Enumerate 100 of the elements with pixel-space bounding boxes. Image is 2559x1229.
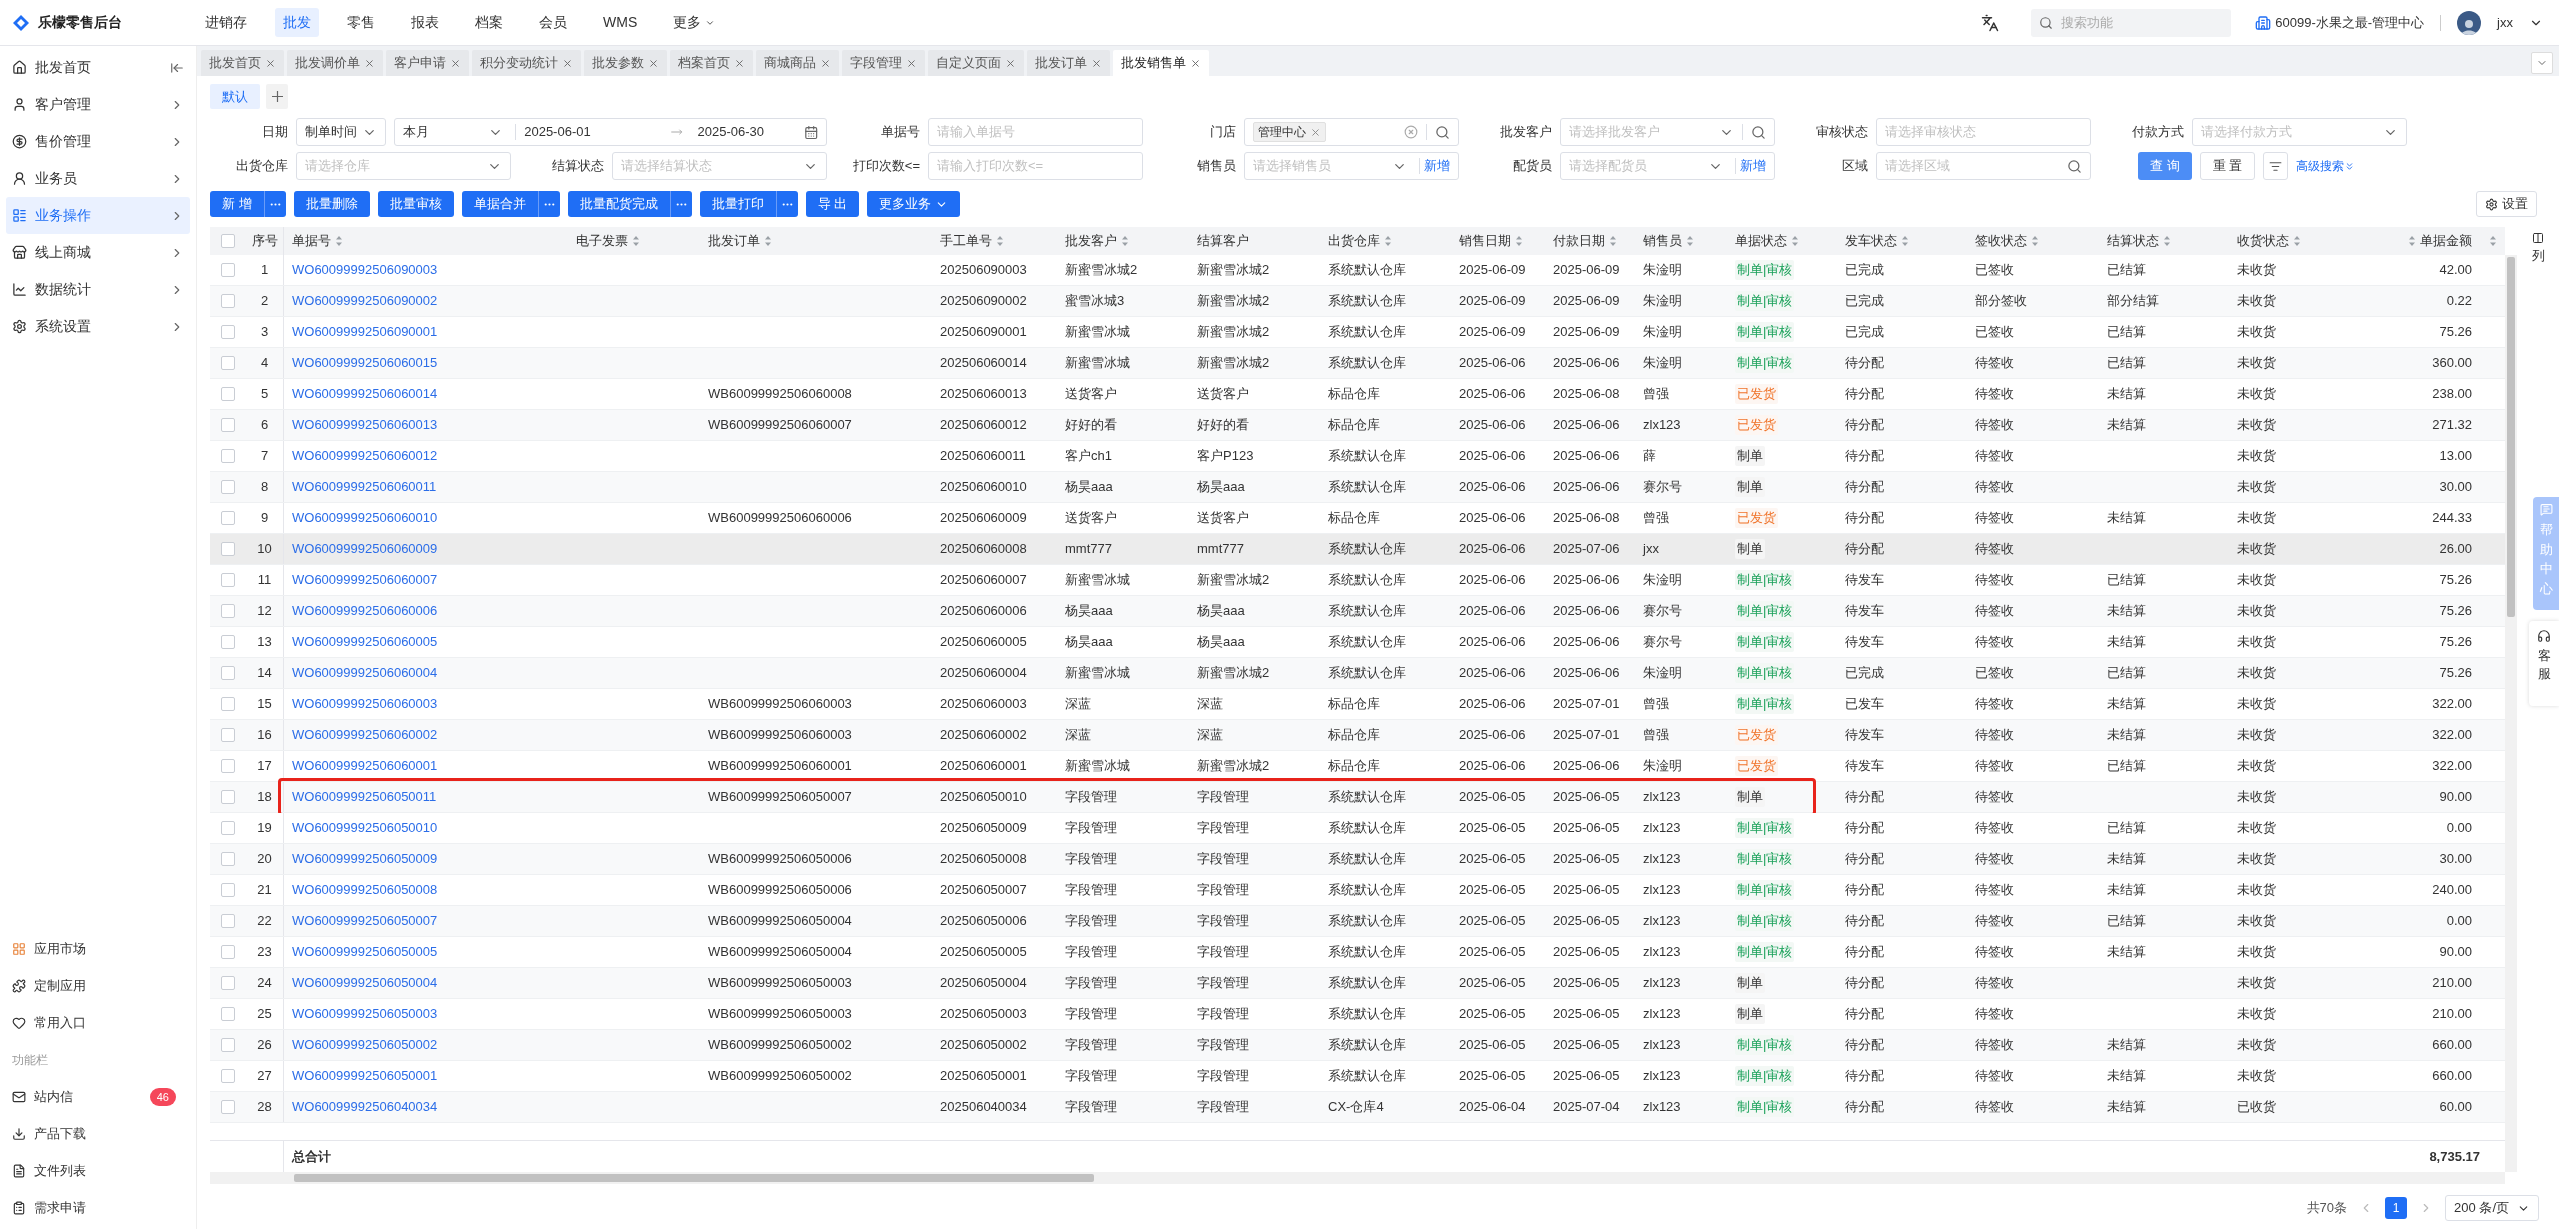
page-tab[interactable]: 批发订单 <box>1027 50 1110 76</box>
column-header[interactable]: 单据金额 <box>2420 231 2472 251</box>
checkbox[interactable] <box>221 604 235 618</box>
document-link[interactable]: WO60099992506050004 <box>292 973 438 993</box>
input-field[interactable]: 请输入打印次数<= <box>928 152 1143 180</box>
document-link[interactable]: WO60099992506060007 <box>292 570 438 590</box>
column-header[interactable]: 批发订单 <box>708 231 760 251</box>
document-link[interactable]: WO60099992506090003 <box>292 260 438 280</box>
checkbox[interactable] <box>221 542 235 556</box>
document-link[interactable]: WO60099992506060013 <box>292 415 438 435</box>
add-preset-button[interactable] <box>266 84 288 109</box>
checkbox[interactable] <box>221 790 235 804</box>
column-header[interactable]: 手工单号 <box>940 231 992 251</box>
page-tab[interactable]: 批发调价单 <box>287 50 383 76</box>
search-field[interactable]: 请选择区域 <box>1885 156 2063 176</box>
nav-item[interactable]: 零售 <box>339 8 383 37</box>
document-link[interactable]: WO60099992506060014 <box>292 384 438 404</box>
table-row[interactable]: 11 WO60099992506060007 202506060007 新蜜雪冰城 新蜜雪冰城2 系统默认仓库 2025-06-06 2025-06-06 朱淦明 制单|审核 待发车 待签收 已结算 未收货 75.26 <box>210 565 2505 596</box>
more-button[interactable] <box>669 191 692 217</box>
horizontal-scrollbar[interactable] <box>210 1172 2505 1184</box>
column-header[interactable]: 付款日期 <box>1553 231 1605 251</box>
preset-tab[interactable]: 默认 <box>210 84 260 109</box>
document-link[interactable]: WO60099992506060004 <box>292 663 438 683</box>
sidebar-item[interactable]: 产品下载 <box>0 1115 196 1152</box>
table-row[interactable]: 4 WO60099992506060015 202506060014 新蜜雪冰城 新蜜雪冰城2 系统默认仓库 2025-06-06 2025-06-06 朱淦明 制单|审核 待分配 待签收 已结算 未收货 360.00 <box>210 348 2505 379</box>
document-link[interactable]: WO60099992506050003 <box>292 1004 438 1024</box>
search-field[interactable]: 搜索功能 <box>2061 12 2224 33</box>
table-row[interactable]: 26 WO60099992506050002 WB60099992506050002 202506050002 字段管理 字段管理 系统默认仓库 2025-06-05 2025-06-05 zlx123 制单|审核 待分配 待签收 未结算 未收货 660.00 <box>210 1030 2505 1061</box>
input-field[interactable]: 请输入单据号 <box>928 118 1143 146</box>
table-row[interactable]: 21 WO60099992506050008 WB60099992506050006 202506050007 字段管理 字段管理 系统默认仓库 2025-06-05 2025-06-05 zlx123 制单|审核 待分配 待签收 未结算 未收货 240.00 <box>210 875 2505 906</box>
checkbox[interactable] <box>221 511 235 525</box>
table-row[interactable]: 13 WO60099992506060005 202506060005 杨昊aaa 杨昊aaa 系统默认仓库 2025-06-06 2025-06-06 赛尔号 制单|审核 待发车 待签收 未结算 未收货 75.26 <box>210 627 2505 658</box>
document-link[interactable]: WO60099992506060002 <box>292 725 438 745</box>
action-button[interactable]: 新 增 <box>210 191 264 217</box>
page-size-select[interactable]: 200 条/页 <box>2445 1195 2539 1221</box>
document-link[interactable]: WO60099992506090002 <box>292 291 438 311</box>
customer-service-button[interactable]: 客服 <box>2529 621 2559 706</box>
sidebar-item[interactable]: 数据统计 <box>6 271 190 308</box>
checkbox[interactable] <box>221 1069 235 1083</box>
table-row[interactable]: 23 WO60099992506050005 WB60099992506050004 202506050005 字段管理 字段管理 系统默认仓库 2025-06-05 2025-06-05 zlx123 制单|审核 待分配 待签收 未结算 未收货 90.00 <box>210 937 2505 968</box>
select-field[interactable]: 请选择结算状态 <box>621 156 799 176</box>
table-row[interactable]: 17 WO60099992506060001 WB60099992506060001 202506060001 新蜜雪冰城 新蜜雪冰城2 标品仓库 2025-06-06 2025-06-06 朱淦明 已发货 待发车 待签收 已结算 未收货 322.00 <box>210 751 2505 782</box>
table-row[interactable]: 16 WO60099992506060002 WB60099992506060003 202506060002 深蓝 深蓝 标品仓库 2025-06-06 2025-07-01 曾强 已发货 待发车 待签收 未结算 未收货 322.00 <box>210 720 2505 751</box>
column-header[interactable]: 批发客户 <box>1065 231 1117 251</box>
checkbox[interactable] <box>221 480 235 494</box>
checkbox[interactable] <box>221 728 235 742</box>
select-field[interactable]: 请选择仓库 <box>305 156 483 176</box>
document-link[interactable]: WO60099992506060009 <box>292 539 438 559</box>
action-button[interactable]: 导 出 <box>805 191 860 217</box>
select-field[interactable]: 管理中心 <box>1244 118 1459 146</box>
search-field[interactable]: 搜索功能 <box>2031 8 2232 37</box>
checkbox[interactable] <box>221 356 235 370</box>
checkbox[interactable] <box>221 976 235 990</box>
column-header[interactable]: 发车状态 <box>1845 231 1897 251</box>
input-field[interactable]: 请输入打印次数<= <box>937 156 1134 176</box>
table-row[interactable]: 1 WO60099992506090003 202506090003 新蜜雪冰城2 新蜜雪冰城2 系统默认仓库 2025-06-09 2025-06-09 朱淦明 制单|审核 已完成 已签收 已结算 未收货 42.00 <box>210 255 2505 286</box>
table-row[interactable]: 28 WO60099992506040034 202506040034 字段管理 字段管理 CX-仓库4 2025-06-04 2025-07-04 zlx123 制单|审核 待分配 待签收 未结算 已收货 60.00 <box>210 1092 2505 1123</box>
column-header[interactable]: 签收状态 <box>1975 231 2027 251</box>
input-field[interactable]: 请选择审核状态 <box>1876 118 2091 146</box>
checkbox[interactable] <box>221 821 235 835</box>
table-row[interactable]: 6 WO60099992506060013 WB60099992506060007 202506060012 好好的看 好好的看 标品仓库 2025-06-06 2025-06-06 zlx123 已发货 待分配 待签收 未结算 未收货 271.32 <box>210 410 2505 441</box>
document-link[interactable]: WO60099992506050002 <box>292 1035 438 1055</box>
table-row[interactable]: 24 WO60099992506050004 WB60099992506050003 202506050004 字段管理 字段管理 系统默认仓库 2025-06-05 2025-06-05 zlx123 制单 待分配 待签收 未收货 210.00 <box>210 968 2505 999</box>
nav-item[interactable]: 报表 <box>403 8 447 37</box>
sidebar-item[interactable]: 客户管理 <box>6 86 190 123</box>
page-tab[interactable]: 批发参数 <box>584 50 667 76</box>
table-row[interactable]: 22 WO60099992506050007 WB60099992506050004 202506050006 字段管理 字段管理 系统默认仓库 2025-06-05 2025-06-05 zlx123 制单|审核 待分配 待签收 已结算 未收货 0.00 <box>210 906 2505 937</box>
advanced-search-link[interactable]: 高级搜索 <box>2296 157 2356 175</box>
page-tab[interactable]: 批发首页 <box>201 50 284 76</box>
filter-settings-button[interactable] <box>2263 152 2289 180</box>
document-link[interactable]: WO60099992506050007 <box>292 911 438 931</box>
nav-item[interactable]: 档案 <box>467 8 511 37</box>
table-row[interactable]: 10 WO60099992506060009 202506060008 mmt777 mmt777 系统默认仓库 2025-06-06 2025-07-06 jxx 制单 待分配 待签收 未收货 26.00 <box>210 534 2505 565</box>
checkbox[interactable] <box>221 759 235 773</box>
column-header[interactable]: 收货状态 <box>2237 231 2289 251</box>
document-link[interactable]: WO60099992506060011 <box>292 477 437 497</box>
sidebar-item[interactable]: 应用市场 <box>0 930 196 967</box>
checkbox[interactable] <box>221 852 235 866</box>
document-link[interactable]: WO60099992506060001 <box>292 756 438 776</box>
more-button[interactable] <box>537 191 560 217</box>
select-field[interactable]: 请选择销售员 <box>1253 156 1388 176</box>
document-link[interactable]: WO60099992506050005 <box>292 942 438 962</box>
column-header[interactable]: 电子发票 <box>576 231 628 251</box>
table-row[interactable]: 19 WO60099992506050010 202506050009 字段管理 字段管理 系统默认仓库 2025-06-05 2025-06-05 zlx123 制单|审核 待分配 待签收 已结算 未收货 0.00 <box>210 813 2505 844</box>
table-row[interactable]: 20 WO60099992506050009 WB60099992506050006 202506050008 字段管理 字段管理 系统默认仓库 2025-06-05 2025-06-05 zlx123 制单|审核 待分配 待签收 未结算 未收货 30.00 <box>210 844 2505 875</box>
document-link[interactable]: WO60099992506050008 <box>292 880 438 900</box>
checkbox[interactable] <box>221 635 235 649</box>
table-row[interactable]: 5 WO60099992506060014 WB60099992506060008 202506060013 送货客户 送货客户 标品仓库 2025-06-06 2025-06-08 曾强 已发货 待分配 待签收 未结算 未收货 238.00 <box>210 379 2505 410</box>
table-row[interactable]: 27 WO60099992506050001 WB60099992506050002 202506050001 字段管理 字段管理 系统默认仓库 2025-06-05 2025-06-05 zlx123 制单|审核 待分配 待签收 未结算 未收货 660.00 <box>210 1061 2505 1092</box>
page-tab[interactable]: 商城商品 <box>756 50 839 76</box>
input-field[interactable]: 请选择审核状态 <box>1885 122 2082 142</box>
column-header[interactable]: 单据号 <box>292 231 331 251</box>
action-button[interactable]: 更多业务 <box>867 191 961 217</box>
sidebar-item[interactable]: 定制应用 <box>0 967 196 1004</box>
checkbox[interactable] <box>221 234 235 248</box>
sidebar-item[interactable]: 售价管理 <box>6 123 190 160</box>
document-link[interactable]: WO60099992506060010 <box>292 508 438 528</box>
checkbox[interactable] <box>221 914 235 928</box>
select-field[interactable]: 请选择配货员 新增 <box>1560 152 1775 180</box>
document-link[interactable]: WO60099992506050001 <box>292 1066 438 1086</box>
